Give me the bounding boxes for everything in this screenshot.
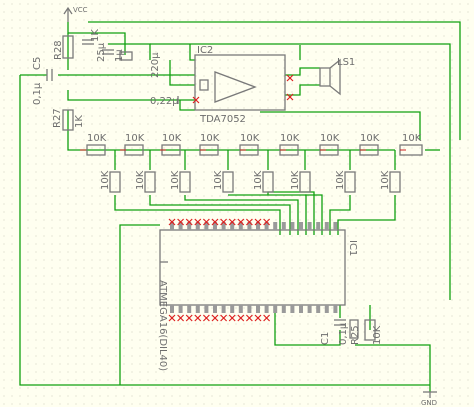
ic1-pin [324, 222, 329, 230]
r-top-4: 10K [200, 133, 220, 144]
unconnected-cross [168, 314, 176, 322]
ic1-pins [170, 222, 338, 313]
r-top-8: 10K [360, 133, 380, 144]
ic1-pin [290, 222, 295, 230]
r25-label: R25 [350, 325, 361, 345]
ic1-pin [238, 305, 243, 313]
ic1-pin [307, 222, 312, 230]
ic1-pin [299, 305, 303, 313]
unconnected-cross [263, 314, 271, 322]
r-top-3: 10K [162, 133, 182, 144]
ic1-pin [316, 222, 321, 230]
ic1-pin [333, 222, 338, 230]
schematic-drawing: VCC IC2 TDA7052 LS1 0,22μ C5 0,1μ R28 1K… [19, 6, 461, 407]
ic1-pin [195, 305, 200, 313]
r-low-3: 10K [170, 170, 181, 190]
ic1-pin [247, 305, 252, 313]
ic1-pin [264, 305, 269, 313]
unconnected-cross [228, 314, 236, 322]
unconnected-cross [254, 314, 262, 322]
ls1-label: LS1 [337, 57, 355, 68]
r-low-2: 10K [135, 170, 146, 190]
unconnected-cross [237, 314, 245, 322]
ic1-pin [273, 305, 278, 313]
ic2-amp-symbol [214, 71, 257, 103]
r-top-7: 10K [320, 133, 340, 144]
ic1-pin [256, 305, 260, 313]
vcc-label: VCC [73, 6, 88, 14]
ic1-label: IC1 [347, 240, 358, 256]
ic1-pin [221, 305, 226, 313]
r27-value: 1K [74, 115, 85, 128]
unconnected-cross [245, 314, 253, 322]
unconnected-cross [177, 314, 185, 322]
r-low-1: 10K [100, 170, 111, 190]
ic1-pin [290, 305, 295, 313]
wires [19, 21, 461, 392]
unconnected-cross [185, 314, 193, 322]
ic1-pin [178, 305, 183, 313]
r27-label: R27 [52, 108, 63, 128]
c-bot-value: 0,1μ [338, 322, 349, 345]
c-vcc-value: 1μ [114, 49, 125, 62]
r-end: 10K [402, 133, 422, 144]
c-220-value: 220μ [150, 52, 161, 78]
ic1-pin [307, 305, 312, 313]
r-bot-value: 10K [372, 325, 383, 345]
ic2-part-label: TDA7052 [199, 114, 246, 125]
gnd-label: GND [421, 399, 437, 407]
c-amp-value: 0,22μ [150, 96, 179, 107]
ic1-pin [333, 305, 338, 313]
r-top-5: 10K [240, 133, 260, 144]
schematic-canvas: VCC IC2 TDA7052 LS1 0,22μ C5 0,1μ R28 1K… [0, 0, 474, 407]
r28-label: R28 [53, 40, 64, 60]
ic1-part-label: ATMEGA16(DIL40) [157, 280, 168, 371]
ic1-pin [213, 305, 217, 313]
ic1-pin [187, 305, 192, 313]
r-top-1: 10K [87, 133, 107, 144]
r-low-4: 10K [213, 170, 224, 190]
ic1-pin [299, 222, 303, 230]
r-top-2: 10K [125, 133, 145, 144]
ic1-box [159, 229, 346, 306]
unconnected-cross [202, 314, 210, 322]
labels: VCC IC2 TDA7052 LS1 0,22μ C5 0,1μ R28 1K… [32, 6, 437, 407]
ic1-pin [170, 305, 174, 313]
r28-value: 1K [90, 29, 101, 42]
ic1-pin [281, 222, 286, 230]
r-low-6: 10K [290, 170, 301, 190]
ic1-pin [281, 305, 286, 313]
c5-label: C5 [32, 57, 43, 70]
c-25-value: 25μ [96, 42, 107, 62]
c5-value: 0,1μ [32, 82, 43, 105]
unconnected-cross [220, 314, 228, 322]
r-low-5: 10K [253, 170, 264, 190]
c1-label: C1 [320, 332, 331, 345]
ic1-pin [273, 222, 278, 230]
r-low-7: 10K [335, 170, 346, 190]
ls1-body [319, 67, 331, 87]
unconnected-cross [286, 74, 294, 82]
ic2-label: IC2 [197, 45, 213, 56]
ic1-pin [204, 305, 209, 313]
r-top-6: 10K [280, 133, 300, 144]
unconnected-cross [211, 314, 219, 322]
ic1-pin [324, 305, 329, 313]
ic1-pin [316, 305, 321, 313]
r-low-8: 10K [380, 170, 391, 190]
unconnected-cross [194, 314, 202, 322]
ic1-pin [230, 305, 235, 313]
